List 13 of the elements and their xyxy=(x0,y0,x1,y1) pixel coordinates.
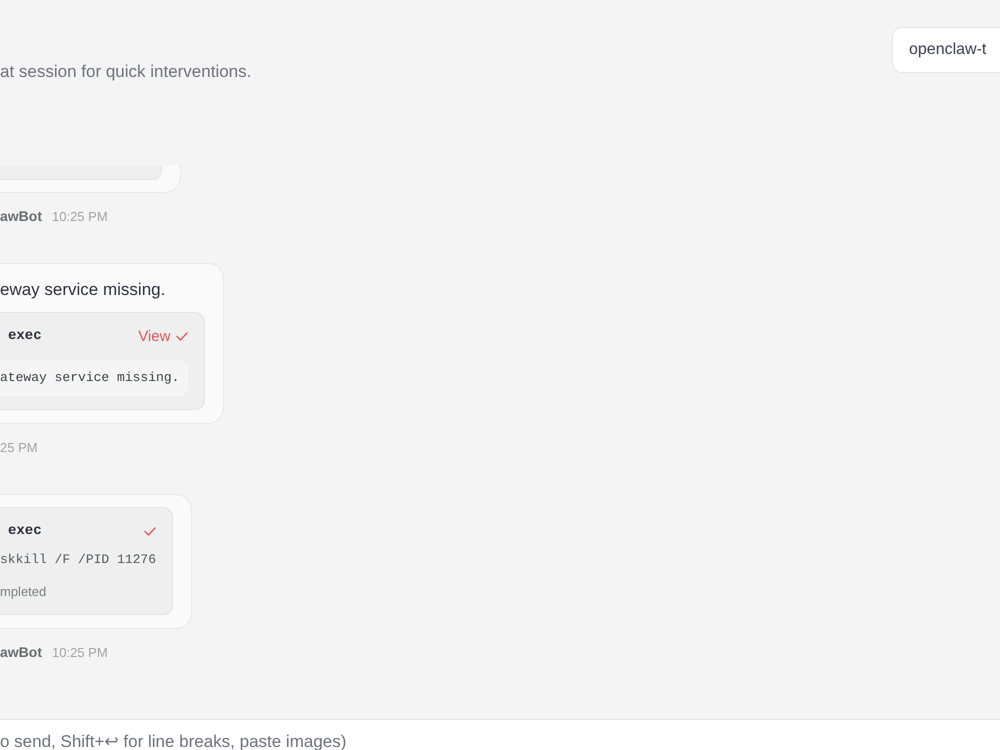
sender-name: awBot xyxy=(0,208,42,224)
session-select[interactable]: openclaw-t xyxy=(892,27,1000,73)
tool-name: exec xyxy=(8,328,42,344)
tool-output: ateway service missing. xyxy=(0,360,188,396)
tool-status-text: mpleted xyxy=(0,583,48,601)
message-text: eway service missing. xyxy=(0,279,166,301)
page-subtitle: at session for quick interventions. xyxy=(0,61,252,83)
sender-name: awBot xyxy=(0,644,42,660)
message-time: 25 PM xyxy=(0,440,38,454)
message-time: 10:25 PM xyxy=(52,208,108,224)
tool-command: skkill /F /PID 11276 xyxy=(0,551,156,569)
tool-name: exec xyxy=(8,523,42,539)
message-time: 10:25 PM xyxy=(52,644,108,660)
